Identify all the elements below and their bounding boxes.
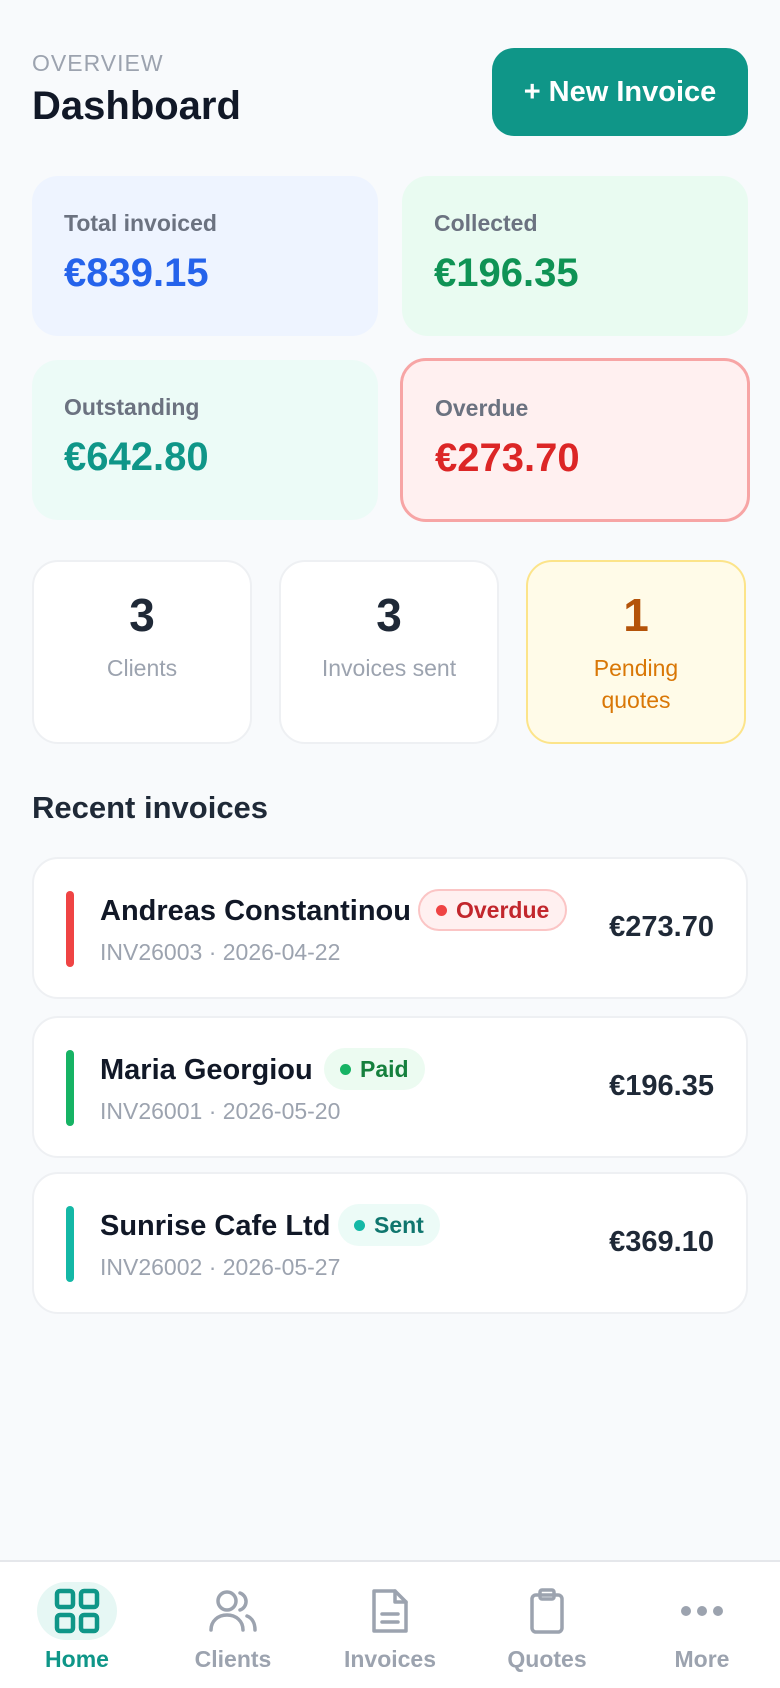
page-header: OVERVIEW Dashboard + New Invoice — [32, 48, 748, 136]
more-icon — [662, 1582, 742, 1640]
stat-card-outstanding[interactable]: Outstanding €642.80 — [32, 360, 378, 520]
nav-item-clients[interactable]: Clients — [168, 1582, 298, 1673]
stat-value: €642.80 — [64, 435, 209, 479]
invoice-meta: INV26002 · 2026-05-27 — [100, 1254, 341, 1280]
stat-card-total-invoiced[interactable]: Total invoiced €839.15 — [32, 176, 378, 336]
count-label: Clients — [106, 655, 178, 681]
invoice-client: Maria Georgiou — [100, 1054, 313, 1086]
stat-label: Overdue — [435, 395, 529, 421]
invoice-amount: €369.10 — [609, 1226, 714, 1258]
status-bar — [66, 891, 74, 967]
nav-item-home[interactable]: Home — [12, 1582, 142, 1673]
nav-label: Clients — [194, 1646, 272, 1672]
status-badge: Paid — [324, 1048, 425, 1090]
stat-label: Outstanding — [64, 394, 200, 420]
nav-label: More — [674, 1646, 730, 1672]
status-dot-icon — [354, 1219, 365, 1231]
count-card-clients[interactable]: 3 Clients — [32, 560, 252, 744]
status-bar — [66, 1206, 74, 1282]
grid-icon — [37, 1582, 117, 1640]
users-icon — [193, 1582, 273, 1640]
status-badge-label: Paid — [360, 1055, 409, 1082]
status-badge-label: Sent — [374, 1211, 424, 1238]
nav-item-invoices[interactable]: Invoices — [325, 1582, 455, 1673]
stat-card-collected[interactable]: Collected €196.35 — [402, 176, 748, 336]
invoice-amount: €196.35 — [609, 1070, 714, 1102]
document-icon — [350, 1582, 430, 1640]
count-label: Invoices sent — [321, 655, 457, 681]
invoice-amount: €273.70 — [609, 911, 714, 943]
stat-value: €273.70 — [435, 436, 580, 480]
status-dot-icon — [340, 1063, 351, 1075]
new-invoice-button[interactable]: + New Invoice — [492, 48, 748, 136]
nav-item-quotes[interactable]: Quotes — [482, 1582, 612, 1673]
stat-card-overdue[interactable]: Overdue €273.70 — [400, 358, 750, 522]
nav-label: Home — [45, 1646, 109, 1672]
invoice-client: Sunrise Cafe Ltd — [100, 1210, 331, 1242]
page-eyebrow: OVERVIEW — [32, 50, 164, 76]
invoice-row[interactable]: Sunrise Cafe Ltd Sent INV26002 · 2026-05… — [32, 1172, 748, 1314]
nav-item-more[interactable]: More — [637, 1582, 767, 1673]
count-card-pending-quotes[interactable]: 1 Pending quotes — [526, 560, 746, 744]
status-badge-label: Overdue — [456, 896, 550, 923]
status-bar — [66, 1050, 74, 1126]
stat-value: €196.35 — [434, 251, 579, 295]
bottom-nav: Home Clients Invoices Quotes More — [0, 1560, 780, 1688]
recent-invoices-title: Recent invoices — [32, 790, 269, 825]
status-badge: Overdue — [418, 889, 568, 931]
stat-label: Collected — [434, 210, 538, 236]
invoice-meta: INV26001 · 2026-05-20 — [100, 1098, 341, 1124]
count-card-invoices-sent[interactable]: 3 Invoices sent — [279, 560, 499, 744]
count-number: 3 — [129, 589, 155, 641]
stat-label: Total invoiced — [64, 210, 217, 236]
status-dot-icon — [436, 904, 447, 916]
stat-value: €839.15 — [64, 251, 209, 295]
nav-label: Invoices — [343, 1646, 437, 1672]
invoice-client: Andreas Constantinou — [100, 895, 411, 927]
invoice-meta: INV26003 · 2026-04-22 — [100, 939, 341, 965]
count-label: Pending quotes — [593, 655, 679, 713]
count-number: 1 — [623, 589, 649, 641]
page-title: Dashboard — [32, 84, 241, 128]
count-number: 3 — [376, 589, 402, 641]
invoice-row[interactable]: Maria Georgiou Paid INV26001 · 2026-05-2… — [32, 1016, 748, 1158]
invoice-row[interactable]: Andreas Constantinou Overdue INV26003 · … — [32, 857, 748, 999]
clipboard-icon — [507, 1582, 587, 1640]
nav-label: Quotes — [507, 1646, 587, 1672]
status-badge: Sent — [338, 1204, 440, 1246]
